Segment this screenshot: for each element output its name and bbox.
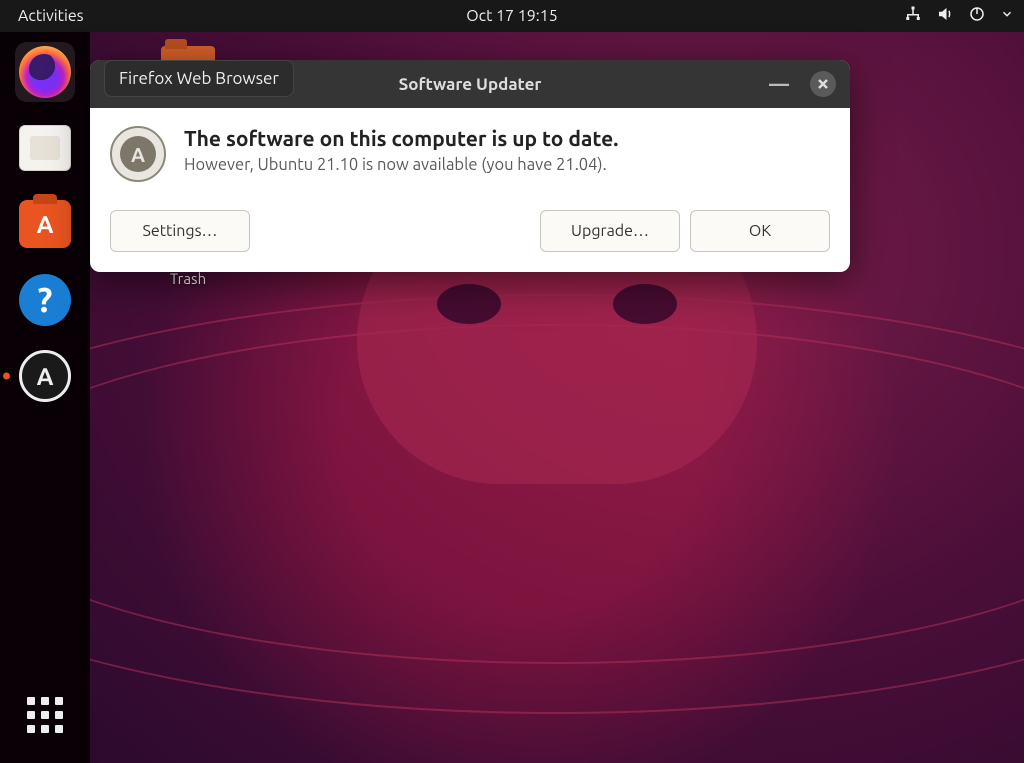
- minimize-button[interactable]: —: [766, 71, 792, 97]
- ok-button[interactable]: OK: [690, 210, 830, 252]
- settings-button[interactable]: Settings…: [110, 210, 250, 252]
- dock-item-firefox[interactable]: [15, 42, 75, 102]
- ubuntu-software-icon: [19, 200, 71, 248]
- dock-item-files[interactable]: [15, 118, 75, 178]
- clock[interactable]: Oct 17 19:15: [0, 7, 1024, 25]
- activities-button[interactable]: Activities: [10, 3, 92, 29]
- software-updater-icon: [19, 350, 71, 402]
- dock-item-software-updater[interactable]: [15, 346, 75, 406]
- help-icon: ?: [19, 274, 71, 326]
- dock-item-help[interactable]: ?: [15, 270, 75, 330]
- dialog-subtext: However, Ubuntu 21.10 is now available (…: [184, 156, 830, 174]
- volume-icon[interactable]: [936, 5, 954, 27]
- dock: ?: [0, 32, 90, 763]
- close-button[interactable]: [810, 71, 836, 97]
- close-icon: [817, 78, 829, 90]
- dock-tooltip: Firefox Web Browser: [104, 60, 294, 97]
- system-status-area[interactable]: [904, 5, 1014, 27]
- desktop-icon-label: Trash: [150, 270, 226, 287]
- firefox-icon: [19, 46, 71, 98]
- top-panel: Activities Oct 17 19:15: [0, 0, 1024, 32]
- updater-app-icon: A: [110, 126, 166, 182]
- dialog-headline: The software on this computer is up to d…: [184, 126, 830, 150]
- network-wired-icon[interactable]: [904, 5, 922, 27]
- chevron-down-icon[interactable]: [1000, 7, 1014, 25]
- show-applications-button[interactable]: [15, 685, 75, 745]
- dock-item-ubuntu-software[interactable]: [15, 194, 75, 254]
- upgrade-button[interactable]: Upgrade…: [540, 210, 680, 252]
- dialog-button-row: Settings… Upgrade… OK: [110, 210, 830, 252]
- files-icon: [19, 125, 71, 171]
- dialog-body: A The software on this computer is up to…: [90, 108, 850, 272]
- power-icon[interactable]: [968, 5, 986, 27]
